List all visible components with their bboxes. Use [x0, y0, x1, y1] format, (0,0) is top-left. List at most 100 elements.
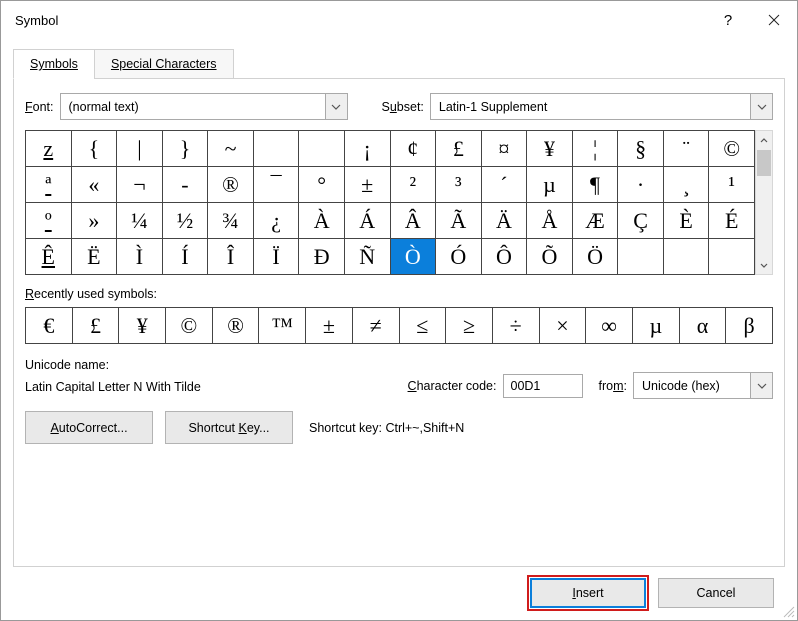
close-button[interactable] — [751, 1, 797, 39]
symbol-cell[interactable]: z — [26, 131, 72, 167]
symbol-cell[interactable]: ¾ — [208, 203, 254, 239]
symbol-cell[interactable]: ³ — [436, 167, 482, 203]
symbol-cell[interactable]: ¿ — [254, 203, 300, 239]
from-dropdown-button[interactable] — [750, 373, 772, 398]
symbol-cell[interactable]: ¡ — [345, 131, 391, 167]
help-button[interactable]: ? — [705, 1, 751, 39]
symbol-cell[interactable]: ´ — [482, 167, 528, 203]
symbol-cell[interactable]: · — [618, 167, 664, 203]
symbol-cell[interactable]: ¨ — [664, 131, 710, 167]
recent-cell[interactable]: ® — [213, 308, 260, 344]
symbol-cell[interactable]: ± — [345, 167, 391, 203]
font-dropdown-button[interactable] — [325, 94, 347, 119]
symbol-cell[interactable]: Ö — [573, 239, 619, 275]
symbol-cell[interactable] — [709, 239, 755, 275]
symbol-cell[interactable]: Ë — [72, 239, 118, 275]
symbol-cell[interactable]: Ì — [117, 239, 163, 275]
symbol-cell[interactable]: Ç — [618, 203, 664, 239]
recent-cell[interactable]: ¥ — [119, 308, 166, 344]
symbol-cell[interactable]: ¹ — [709, 167, 755, 203]
recent-cell[interactable]: ± — [306, 308, 353, 344]
recent-cell[interactable]: × — [540, 308, 587, 344]
symbol-cell[interactable]: ¶ — [573, 167, 619, 203]
symbol-cell[interactable]: Đ — [299, 239, 345, 275]
symbol-cell[interactable] — [254, 131, 300, 167]
autocorrect-button[interactable]: AutoCorrect... — [25, 411, 153, 444]
symbol-cell[interactable]: } — [163, 131, 209, 167]
symbol-cell[interactable]: Ä — [482, 203, 528, 239]
resize-grip-icon[interactable] — [781, 604, 795, 618]
scroll-up-button[interactable] — [756, 131, 772, 149]
symbol-cell[interactable]: È — [664, 203, 710, 239]
symbol-cell[interactable]: ® — [208, 167, 254, 203]
recent-cell[interactable]: ≥ — [446, 308, 493, 344]
symbol-cell[interactable] — [664, 239, 710, 275]
recent-cell[interactable]: ∞ — [586, 308, 633, 344]
symbol-cell[interactable]: £ — [436, 131, 482, 167]
recent-cell[interactable]: ≠ — [353, 308, 400, 344]
recent-cell[interactable]: € — [26, 308, 73, 344]
symbol-cell[interactable]: À — [299, 203, 345, 239]
symbol-cell[interactable]: ¤ — [482, 131, 528, 167]
symbol-cell[interactable]: ª — [26, 167, 72, 203]
symbol-cell[interactable]: Õ — [527, 239, 573, 275]
symbol-cell[interactable]: É — [709, 203, 755, 239]
recent-cell[interactable]: ≤ — [400, 308, 447, 344]
symbol-cell[interactable]: ¢ — [391, 131, 437, 167]
symbol-cell[interactable]: ¸ — [664, 167, 710, 203]
grid-scrollbar[interactable] — [755, 130, 773, 275]
recent-cell[interactable]: ™ — [259, 308, 306, 344]
font-combobox[interactable]: (normal text) — [60, 93, 348, 120]
symbol-cell[interactable]: ¯ — [254, 167, 300, 203]
symbol-cell[interactable]: Î — [208, 239, 254, 275]
symbol-cell[interactable]: ° — [299, 167, 345, 203]
subset-dropdown-button[interactable] — [750, 94, 772, 119]
scroll-thumb[interactable] — [757, 150, 771, 176]
symbol-cell[interactable] — [299, 131, 345, 167]
scroll-down-button[interactable] — [756, 256, 772, 274]
symbol-cell[interactable]: Ê — [26, 239, 72, 275]
symbol-cell[interactable]: ¦ — [573, 131, 619, 167]
recent-cell[interactable]: £ — [73, 308, 120, 344]
recent-cell[interactable]: ÷ — [493, 308, 540, 344]
symbol-cell[interactable]: § — [618, 131, 664, 167]
recent-cell[interactable]: µ — [633, 308, 680, 344]
tab-symbols[interactable]: Symbols — [13, 49, 95, 79]
recent-grid[interactable]: €£¥©®™±≠≤≥÷×∞µαβ — [25, 307, 773, 344]
insert-button[interactable]: Insert — [530, 578, 646, 608]
scroll-track[interactable] — [756, 149, 772, 256]
symbol-cell[interactable]: { — [72, 131, 118, 167]
symbol-cell[interactable]: µ — [527, 167, 573, 203]
subset-combobox[interactable]: Latin-1 Supplement — [430, 93, 773, 120]
symbol-cell[interactable]: - — [163, 167, 209, 203]
symbol-cell[interactable]: Ò — [391, 239, 437, 275]
symbol-cell[interactable]: ¥ — [527, 131, 573, 167]
symbol-cell[interactable]: Ï — [254, 239, 300, 275]
symbol-cell[interactable]: ² — [391, 167, 437, 203]
symbol-grid[interactable]: z{|}~¡¢£¤¥¦§¨©ª«¬-®¯°±²³´µ¶·¸¹º»¼½¾¿ÀÁÂÃ… — [25, 130, 755, 275]
symbol-cell[interactable]: Ñ — [345, 239, 391, 275]
symbol-cell[interactable]: Å — [527, 203, 573, 239]
shortcut-key-button[interactable]: Shortcut Key... — [165, 411, 293, 444]
symbol-cell[interactable]: º — [26, 203, 72, 239]
symbol-cell[interactable]: | — [117, 131, 163, 167]
symbol-cell[interactable]: « — [72, 167, 118, 203]
symbol-cell[interactable]: ¼ — [117, 203, 163, 239]
recent-cell[interactable]: α — [680, 308, 727, 344]
symbol-cell[interactable] — [618, 239, 664, 275]
symbol-cell[interactable]: ~ — [208, 131, 254, 167]
tab-special-characters[interactable]: Special Characters — [94, 49, 234, 79]
cancel-button[interactable]: Cancel — [658, 578, 774, 608]
symbol-cell[interactable]: Ô — [482, 239, 528, 275]
symbol-cell[interactable]: ¬ — [117, 167, 163, 203]
from-combobox[interactable]: Unicode (hex) — [633, 372, 773, 399]
symbol-cell[interactable]: © — [709, 131, 755, 167]
symbol-cell[interactable]: » — [72, 203, 118, 239]
symbol-cell[interactable]: ½ — [163, 203, 209, 239]
char-code-input[interactable]: 00D1 — [503, 374, 583, 398]
recent-cell[interactable]: © — [166, 308, 213, 344]
symbol-cell[interactable]: Ó — [436, 239, 482, 275]
symbol-cell[interactable]: Ã — [436, 203, 482, 239]
recent-cell[interactable]: β — [726, 308, 773, 344]
symbol-cell[interactable]: Æ — [573, 203, 619, 239]
